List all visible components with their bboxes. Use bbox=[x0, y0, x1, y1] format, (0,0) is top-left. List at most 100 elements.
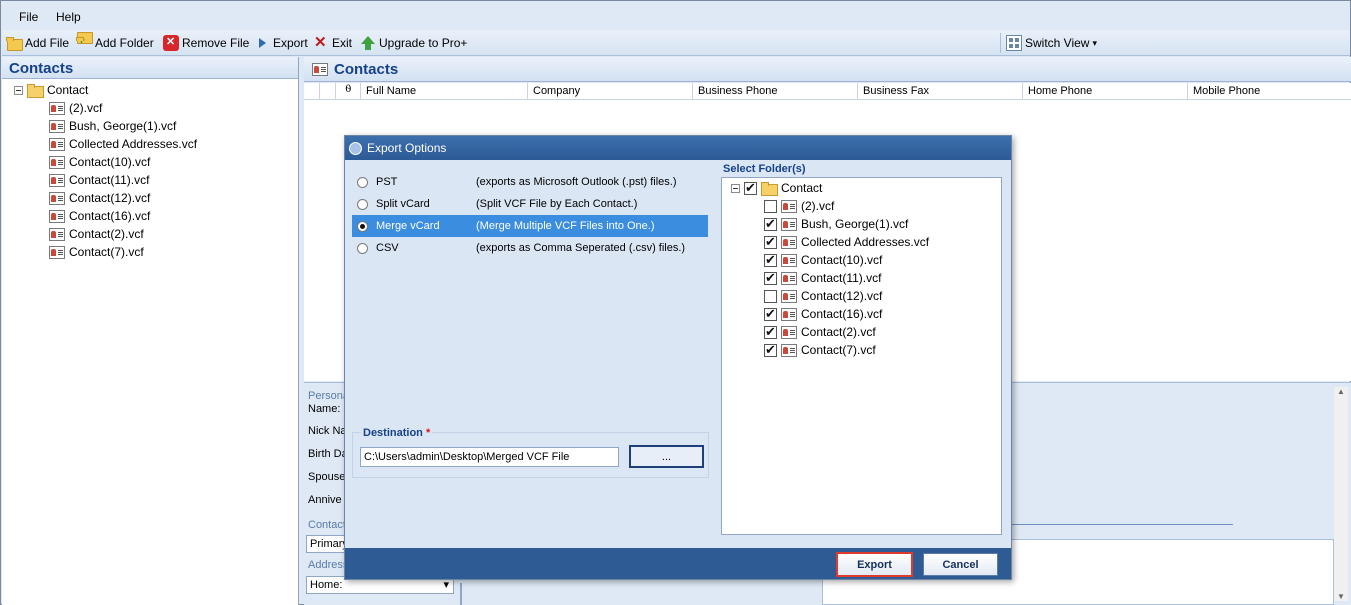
switch-view-label: Switch View bbox=[1025, 36, 1090, 50]
export-label: Export bbox=[273, 36, 308, 50]
select-tree-item[interactable]: (2).vcf bbox=[764, 197, 834, 215]
select-tree-item[interactable]: Contact(16).vcf bbox=[764, 305, 882, 323]
select-tree-item[interactable]: Bush, George(1).vcf bbox=[764, 215, 908, 233]
column-company[interactable]: Company bbox=[528, 83, 693, 100]
column-business-fax[interactable]: Business Fax bbox=[858, 83, 1023, 100]
vcard-icon bbox=[781, 217, 797, 231]
vcard-icon bbox=[49, 227, 65, 241]
dropdown-arrow-icon: ▾ bbox=[1092, 37, 1098, 48]
switch-view-button[interactable]: Switch View ▾ bbox=[1006, 34, 1097, 52]
vcard-icon bbox=[781, 199, 797, 213]
tree-file-item[interactable]: Contact(7).vcf bbox=[49, 243, 144, 261]
upgrade-arrow-icon bbox=[360, 35, 376, 51]
dialog-export-button[interactable]: Export bbox=[836, 552, 913, 577]
collapse-icon[interactable] bbox=[14, 85, 23, 95]
radio-pst[interactable] bbox=[357, 176, 368, 188]
folder-icon bbox=[27, 84, 44, 98]
tree-file-item[interactable]: Contact(12).vcf bbox=[49, 189, 150, 207]
column-business-phone[interactable]: Business Phone bbox=[693, 83, 858, 100]
select-tree-item[interactable]: Contact(11).vcf bbox=[764, 269, 881, 287]
app-window: File Help Add File Add Folder Remove Fil… bbox=[0, 0, 1351, 605]
tree-file-item[interactable]: Contact(16).vcf bbox=[49, 207, 150, 225]
exit-button[interactable]: Exit bbox=[313, 33, 353, 52]
tree-file-label: Contact(12).vcf bbox=[69, 191, 151, 205]
checkbox[interactable] bbox=[764, 270, 777, 286]
export-options-dialog: Export Options PST (exports as Microsoft… bbox=[344, 135, 1012, 580]
vcard-icon bbox=[781, 271, 797, 285]
checkbox-root[interactable] bbox=[744, 180, 757, 196]
tree-file-label: Contact(16).vcf bbox=[69, 209, 151, 223]
select-tree-item-label: Contact(12).vcf bbox=[801, 289, 883, 303]
upgrade-button[interactable]: Upgrade to Pro+ bbox=[360, 34, 467, 52]
vcard-icon bbox=[49, 191, 65, 205]
details-scrollbar[interactable] bbox=[1334, 387, 1348, 601]
menu-file[interactable]: File bbox=[19, 10, 38, 24]
tree-file-item[interactable]: Collected Addresses.vcf bbox=[49, 135, 197, 153]
select-tree-item-label: Contact(10).vcf bbox=[801, 253, 883, 267]
checkbox[interactable] bbox=[764, 199, 777, 213]
tree-file-item[interactable]: (2).vcf bbox=[49, 99, 102, 117]
folder-icon bbox=[761, 182, 778, 196]
exit-label: Exit bbox=[332, 36, 353, 50]
radio-csv[interactable] bbox=[357, 242, 368, 254]
export-button[interactable]: Export bbox=[254, 34, 308, 52]
checkbox[interactable] bbox=[764, 234, 777, 250]
destination-label-text: Destination bbox=[363, 427, 423, 439]
tree-root-contact[interactable]: Contact bbox=[14, 81, 88, 99]
select-tree-item[interactable]: Contact(10).vcf bbox=[764, 251, 882, 269]
option-description: (Split VCF File by Each Contact.) bbox=[476, 198, 638, 210]
tree-file-item[interactable]: Contact(2).vcf bbox=[49, 225, 144, 243]
option-split-vcard[interactable]: Split vCard (Split VCF File by Each Cont… bbox=[352, 193, 708, 215]
select-tree-item-label: Contact(7).vcf bbox=[801, 343, 876, 357]
column-home-phone[interactable]: Home Phone bbox=[1023, 83, 1188, 100]
select-tree-item-label: Contact(2).vcf bbox=[801, 325, 876, 339]
select-tree-item[interactable]: Contact(2).vcf bbox=[764, 323, 876, 341]
spouse-label: Spouse bbox=[308, 471, 346, 483]
tree-file-label: Contact(7).vcf bbox=[69, 245, 144, 259]
menu-help[interactable]: Help bbox=[56, 10, 81, 24]
checkbox[interactable] bbox=[764, 342, 777, 358]
checkbox[interactable] bbox=[764, 216, 777, 232]
tree-file-item[interactable]: Contact(11).vcf bbox=[49, 171, 149, 189]
tree-file-item[interactable]: Contact(10).vcf bbox=[49, 153, 150, 171]
destination-path-input[interactable]: C:\Users\admin\Desktop\Merged VCF File bbox=[360, 447, 619, 467]
option-description: (Merge Multiple VCF Files into One.) bbox=[476, 220, 655, 232]
name-label: Name: bbox=[308, 403, 341, 415]
vcard-icon bbox=[781, 307, 797, 321]
vcard-icon bbox=[781, 289, 797, 303]
document-icon[interactable] bbox=[320, 83, 336, 100]
browse-button[interactable]: ... bbox=[629, 445, 704, 468]
checkbox[interactable] bbox=[764, 324, 777, 340]
folder-open-icon bbox=[6, 35, 23, 51]
select-column-header[interactable] bbox=[304, 83, 320, 100]
radio-split-vcard[interactable] bbox=[357, 198, 368, 210]
column-mobile-phone[interactable]: Mobile Phone bbox=[1188, 83, 1348, 100]
checkbox[interactable] bbox=[764, 252, 777, 268]
checkbox[interactable] bbox=[764, 289, 777, 303]
select-tree-item[interactable]: Contact(7).vcf bbox=[764, 341, 876, 359]
remove-file-button[interactable]: Remove File bbox=[163, 34, 249, 52]
contacts-icon bbox=[312, 62, 328, 76]
switch-view-icon bbox=[1006, 35, 1022, 51]
column-full-name[interactable]: Full Name bbox=[361, 83, 528, 100]
select-tree-item[interactable]: Collected Addresses.vcf bbox=[764, 233, 929, 251]
option-pst[interactable]: PST (exports as Microsoft Outlook (.pst)… bbox=[352, 171, 708, 193]
option-name: Merge vCard bbox=[376, 220, 440, 232]
remove-icon bbox=[163, 35, 179, 51]
option-csv[interactable]: CSV (exports as Comma Seperated (.csv) f… bbox=[352, 237, 708, 259]
checkbox[interactable] bbox=[764, 306, 777, 322]
dialog-cancel-button[interactable]: Cancel bbox=[923, 553, 998, 576]
add-file-button[interactable]: Add File bbox=[6, 34, 69, 52]
tree-file-item[interactable]: Bush, George(1).vcf bbox=[49, 117, 176, 135]
option-name: Split vCard bbox=[376, 198, 430, 210]
vcard-icon bbox=[49, 155, 65, 169]
radio-merge-vcard[interactable] bbox=[357, 220, 368, 232]
tree-file-label: Contact(11).vcf bbox=[69, 173, 150, 187]
add-folder-button[interactable]: Add Folder bbox=[76, 32, 154, 52]
option-merge-vcard[interactable]: Merge vCard (Merge Multiple VCF Files in… bbox=[352, 215, 708, 237]
attachment-icon[interactable]: ⍬ bbox=[336, 83, 361, 100]
tree-root-label: Contact bbox=[47, 83, 89, 97]
select-tree-item[interactable]: Contact(12).vcf bbox=[764, 287, 882, 305]
select-tree-root[interactable]: Contact bbox=[731, 179, 822, 197]
collapse-icon[interactable] bbox=[731, 183, 740, 193]
